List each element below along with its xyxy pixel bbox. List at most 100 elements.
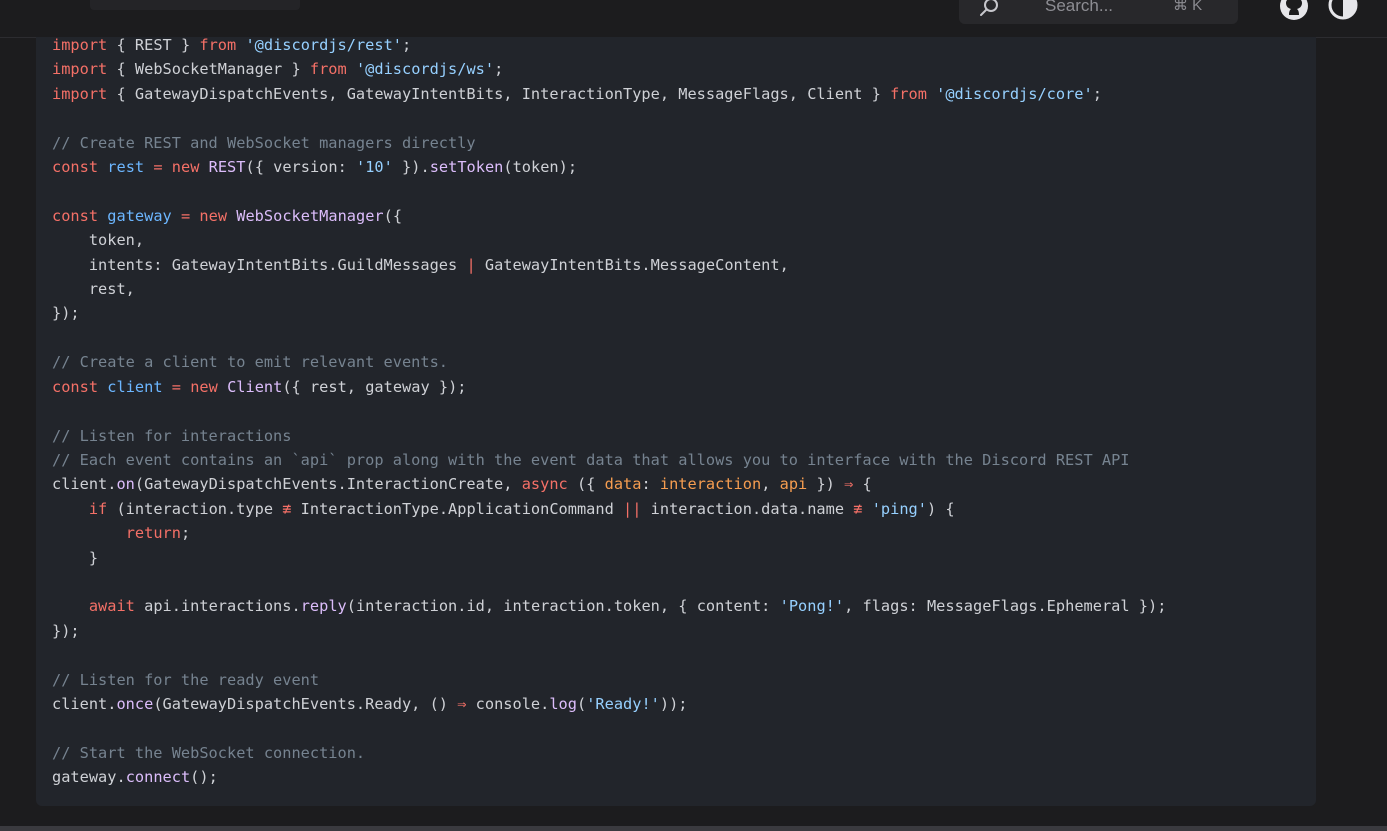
code-line: client.on(GatewayDispatchEvents.Interact…: [52, 472, 1166, 496]
code-token: console.: [466, 694, 550, 713]
code-line: }: [52, 546, 1166, 570]
code-line: // Listen for the ready event: [52, 668, 1166, 692]
code-line: // Listen for interactions: [52, 424, 1166, 448]
code-token: // Create a client to emit relevant even…: [52, 353, 449, 372]
code-line: rest,: [52, 277, 1166, 301]
code-token: new: [199, 206, 228, 225]
code-token: Client: [227, 377, 283, 396]
code-token: =: [153, 158, 163, 177]
code-token: { WebSocketManager }: [107, 60, 310, 79]
code-line: return;: [52, 521, 1166, 545]
code-token: }: [52, 548, 99, 567]
code-token: // Listen for the ready event: [52, 670, 320, 689]
code-token: ;: [180, 524, 191, 543]
code-token: (GatewayDispatchEvents.InteractionCreate…: [134, 475, 522, 494]
code-token: (token);: [503, 158, 578, 177]
code-token: // Each event contains an `api` prop alo…: [52, 450, 1130, 469]
github-icon[interactable]: [1278, 0, 1310, 22]
code-token: ;: [494, 60, 504, 79]
code-token: once: [116, 694, 154, 713]
code-token: ;: [1092, 84, 1102, 103]
code-line: });: [52, 301, 1166, 325]
code-line: const client = new Client({ rest, gatewa…: [52, 375, 1166, 399]
code-token: ({ rest, gateway });: [282, 377, 467, 396]
code-token: (GatewayDispatchEvents.Ready, (): [153, 694, 458, 713]
code-token: // Start the WebSocket connection.: [52, 743, 366, 762]
code-token: 'ping': [871, 499, 927, 518]
code-token: 'Pong!': [779, 597, 845, 616]
code-token: '@discordjs/rest': [245, 36, 402, 54]
code-content: import { REST } from '@discordjs/rest'; i…: [52, 33, 1166, 790]
code-token: gateway.: [52, 768, 126, 787]
code-token: interaction: [659, 475, 762, 494]
code-token: ({ version:: [245, 158, 356, 177]
code-token: WebSocketManager: [236, 206, 384, 225]
code-line: intents: GatewayIntentBits.GuildMessages…: [52, 253, 1166, 277]
code-line: const gateway = new WebSocketManager({: [52, 204, 1166, 228]
code-token: =: [180, 206, 191, 225]
code-token: api.interactions.: [134, 597, 301, 616]
code-token: reply: [300, 597, 347, 616]
code-line: import { GatewayDispatchEvents, GatewayI…: [52, 82, 1166, 106]
code-token: ({: [383, 206, 403, 225]
code-token: client.: [52, 475, 117, 494]
code-token: =: [171, 377, 181, 396]
code-line: // Create REST and WebSocket managers di…: [52, 131, 1166, 155]
code-token: return: [125, 524, 181, 543]
code-token: from: [199, 36, 237, 54]
code-token: REST: [208, 158, 246, 177]
code-token: new: [171, 158, 200, 177]
code-token: new: [190, 377, 218, 396]
code-token: GatewayIntentBits.MessageContent,: [475, 255, 789, 274]
code-token: ⇒: [844, 475, 854, 494]
code-token: { REST }: [107, 36, 200, 54]
code-token: {: [853, 475, 872, 494]
code-token: ({: [567, 475, 605, 494]
code-token: '10': [356, 158, 393, 177]
code-token: interaction.data.name: [641, 499, 854, 518]
code-line: if (interaction.type ≢ InteractionType.A…: [52, 497, 1166, 521]
code-token: (: [576, 694, 587, 713]
code-token: token,: [52, 231, 145, 250]
search-button[interactable]: Search... ⌘ K: [959, 0, 1238, 24]
code-line: // Start the WebSocket connection.: [52, 741, 1166, 765]
code-token: { GatewayDispatchEvents, GatewayIntentBi…: [107, 84, 891, 103]
code-token: client: [107, 377, 163, 396]
code-token: });: [52, 304, 80, 323]
code-token: const: [52, 206, 99, 225]
code-token: ||: [623, 499, 642, 518]
theme-toggle-icon[interactable]: [1328, 0, 1358, 20]
code-token: // Create REST and WebSocket managers di…: [52, 133, 476, 152]
code-token: await: [88, 597, 135, 616]
code-line: });: [52, 619, 1166, 643]
code-line: const rest = new REST({ version: '10' })…: [52, 155, 1166, 179]
bottom-scrollbar[interactable]: [0, 826, 1387, 831]
code-token: }): [807, 475, 845, 494]
code-token: api: [779, 475, 808, 494]
code-token: // Listen for interactions: [52, 426, 292, 445]
search-icon: [980, 0, 998, 16]
code-token: ;: [402, 36, 412, 54]
code-token: |: [466, 255, 476, 274]
code-token: '@discordjs/ws': [355, 60, 495, 79]
code-token: import: [52, 60, 108, 79]
code-line: // Each event contains an `api` prop alo…: [52, 448, 1166, 472]
code-token: import: [52, 36, 108, 54]
code-token: ));: [659, 694, 688, 713]
